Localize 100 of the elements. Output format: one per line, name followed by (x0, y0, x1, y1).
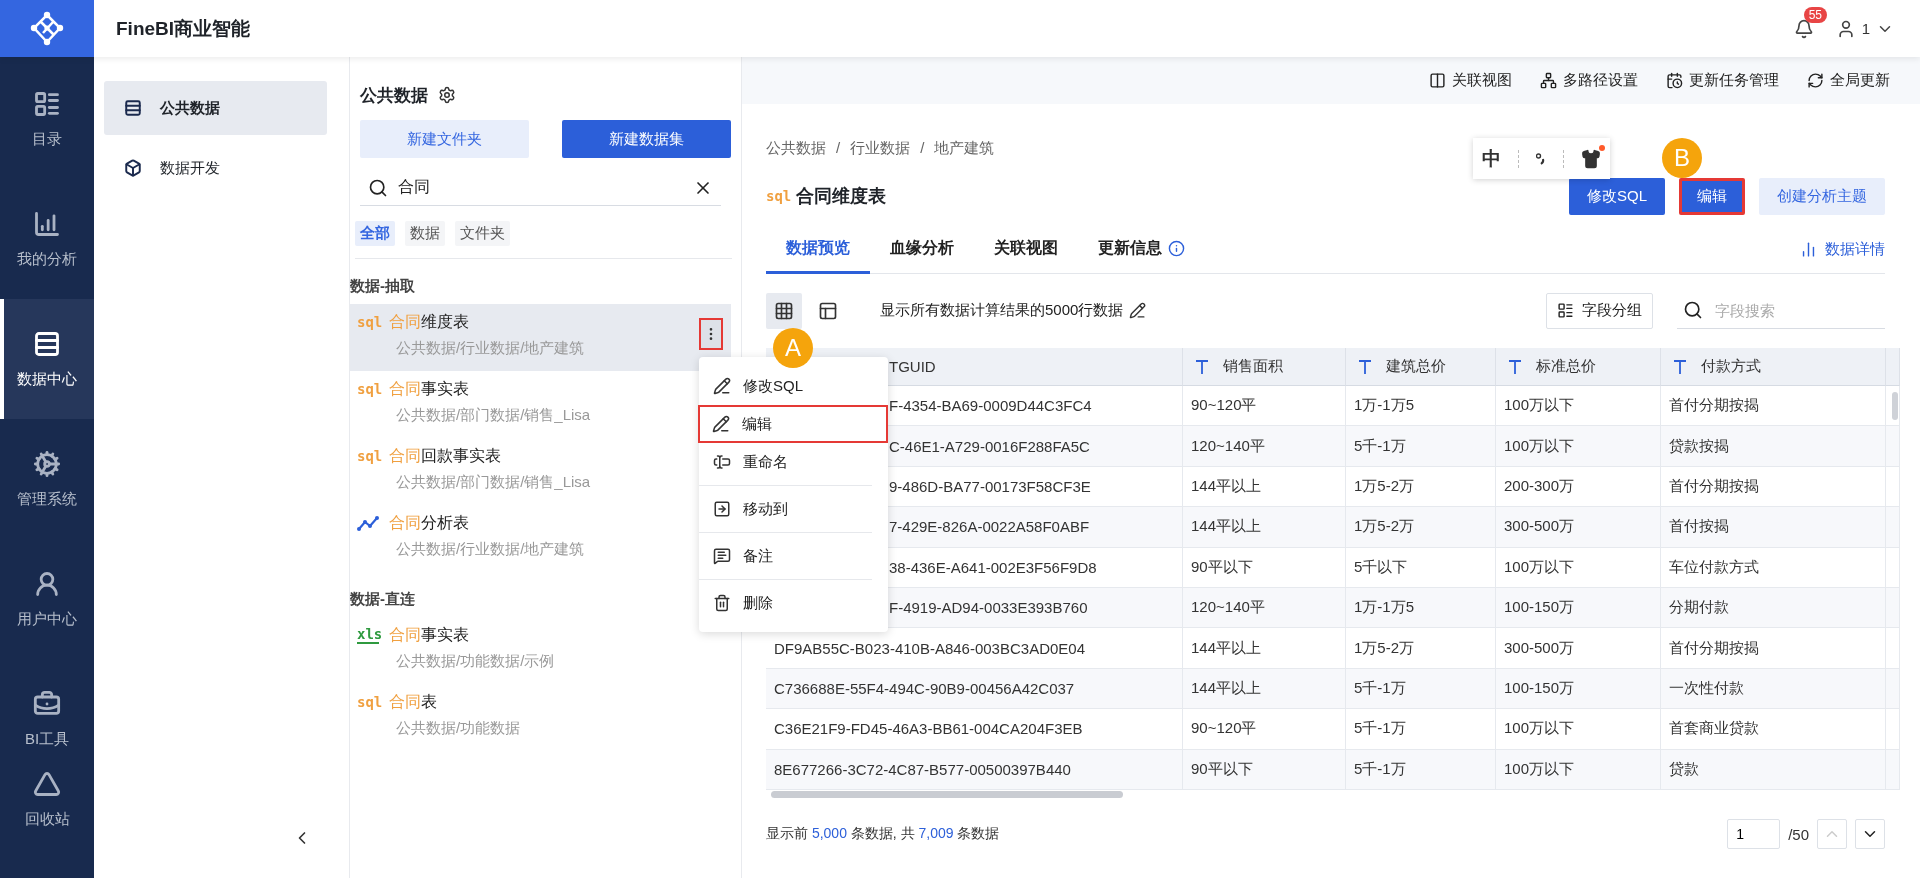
dataset-path: 公共数据/部门数据/销售_Lisa (396, 473, 592, 492)
column-label: 付款方式 (1701, 357, 1761, 376)
table-cell: 首套商业贷款 (1661, 709, 1886, 750)
toolbar-button[interactable]: 多路径设置 (1540, 71, 1638, 90)
table-cell: 首付分期按揭 (1661, 386, 1886, 427)
dataset-item[interactable]: sql 合同表 公共数据/功能数据 (350, 684, 731, 751)
toolbar-button[interactable]: 关联视图 (1429, 71, 1512, 90)
nav-item[interactable]: 数据中心 (0, 299, 94, 419)
pencil-icon (713, 377, 731, 395)
dataset-item[interactable]: sql 合同维度表 公共数据/行业数据/地产建筑 (350, 304, 731, 371)
breadcrumb-separator: / (836, 139, 841, 158)
row-count-summary: 显示前 5,000 条数据, 共 7,009 条数据 (766, 825, 1000, 843)
bar-chart-icon (1800, 240, 1817, 258)
user-name[interactable]: 1 (1861, 20, 1870, 37)
table-cell: 120~140平 (1183, 426, 1346, 467)
filter-tab[interactable]: 全部 (355, 221, 395, 246)
table-cell: 车位付款方式 (1661, 547, 1886, 588)
table-cell (1886, 547, 1900, 588)
preview-caption: 显示所有数据计算结果的5000行数据 (880, 301, 1124, 320)
nav-icon (33, 329, 61, 358)
nav-label: 管理系统 (17, 489, 77, 509)
table-cell: 300-500万 (1496, 628, 1661, 669)
filter-tab[interactable]: 文件夹 (455, 221, 510, 246)
table-cell: 100-150万 (1496, 587, 1661, 629)
table-cell: DF9AB55C-B023-410B-A846-003BC3AD0E04 (766, 628, 1183, 669)
arrow-box-icon (713, 500, 731, 518)
nav-item[interactable]: 目录 (0, 59, 94, 179)
nav-icon (33, 89, 61, 118)
table-cell: 100万以下 (1496, 386, 1661, 427)
nav-item[interactable]: 用户中心 (0, 539, 94, 659)
dataset-path: 公共数据/行业数据/地产建筑 (396, 540, 586, 559)
tab[interactable]: 血缘分析 (870, 225, 974, 274)
group-title: 数据-抽取 (350, 277, 415, 296)
columns-icon (1429, 72, 1446, 89)
page-total: /50 (1788, 825, 1809, 843)
table-cell: 1万-1万5 (1346, 386, 1496, 427)
panel-button[interactable]: 新建数据集 (562, 120, 731, 158)
table-cell: 分期付款 (1661, 587, 1886, 629)
layout-icon (818, 300, 838, 321)
info-icon[interactable] (1168, 239, 1185, 257)
edit-icon[interactable] (1129, 302, 1147, 319)
column-label: TGUID (889, 358, 936, 375)
panel-button[interactable]: 新建文件夹 (360, 120, 529, 158)
breadcrumb-link[interactable]: 公共数据 (766, 139, 826, 158)
tab[interactable]: 关联视图 (974, 225, 1078, 274)
page-input[interactable]: 1 (1727, 819, 1781, 849)
breadcrumb-link[interactable]: 地产建筑 (934, 139, 995, 158)
nav-item[interactable]: 管理系统 (0, 419, 94, 539)
table-cell: 300-500万 (1496, 507, 1661, 548)
text-type-icon (1358, 358, 1372, 375)
details-link[interactable]: 数据详情 (1800, 225, 1885, 273)
dataset-item[interactable]: xls 合同事实表 公共数据/功能数据/示例 (350, 617, 731, 684)
tab[interactable]: 数据预览 (766, 225, 870, 274)
calendar-icon (1666, 72, 1683, 89)
settings-icon[interactable] (438, 86, 456, 104)
notification-dot (1599, 144, 1606, 151)
menu-item[interactable]: 编辑 (698, 405, 888, 443)
action-button[interactable]: 修改SQL (1569, 177, 1665, 215)
action-button[interactable]: 创建分析主题 (1759, 177, 1885, 215)
nav-item[interactable]: 我的分析 (0, 179, 94, 299)
table-cell: 1万5-2万 (1346, 628, 1496, 669)
punctuation-icon[interactable] (1535, 152, 1546, 165)
filter-tab[interactable]: 数据 (405, 221, 445, 246)
search-field[interactable]: 合同 (396, 177, 685, 198)
dataset-path: 公共数据/部门数据/销售_Lisa (396, 406, 592, 425)
field-group-button[interactable]: 字段分组 (1546, 292, 1653, 329)
nav-label: 回收站 (24, 809, 70, 829)
callout-badge: A (773, 328, 813, 368)
search-icon (368, 177, 388, 198)
dataset-name: 合同维度表 (389, 312, 469, 332)
dataset-path: 公共数据/功能数据 (396, 719, 522, 738)
callout-badge: B (1662, 138, 1702, 178)
scrollbar-thumb[interactable] (1892, 392, 1898, 420)
field-search[interactable]: 字段搜索 (1713, 300, 1873, 320)
shirt-icon[interactable] (1581, 148, 1602, 169)
table-cell: C36E21F9-FD45-46A3-BB61-004CA204F3EB (766, 709, 1183, 750)
table-cell: 首付分期按揭 (1661, 628, 1886, 669)
nav-icon (33, 569, 61, 598)
grid-view-button[interactable] (766, 292, 802, 329)
next-page-button[interactable] (1855, 819, 1885, 849)
logo-tile[interactable] (0, 0, 94, 57)
scrollbar-thumb[interactable] (771, 791, 1123, 798)
subnav-label: 数据开发 (160, 158, 220, 178)
subnav-item[interactable]: 公共数据 (104, 81, 327, 135)
toolbar-button[interactable]: 更新任务管理 (1666, 71, 1779, 90)
bell-icon[interactable] (1793, 18, 1814, 39)
subnav-item[interactable]: 数据开发 (104, 141, 327, 195)
column-label: 标准总价 (1536, 357, 1596, 376)
table-cell: 144平以上 (1183, 466, 1346, 508)
toolbar-button[interactable]: 全局更新 (1807, 71, 1890, 90)
input-mode-label[interactable]: 中 (1481, 145, 1501, 172)
action-button[interactable]: 编辑 (1679, 177, 1745, 215)
nav-icon (33, 689, 61, 718)
table-cell (1886, 507, 1900, 548)
more-button[interactable] (699, 318, 723, 350)
file-type-label: xls (357, 627, 379, 644)
tab[interactable]: 更新信息 (1078, 225, 1205, 274)
breadcrumb-link[interactable]: 行业数据 (850, 139, 911, 158)
network-icon (1540, 72, 1557, 89)
table-cell: 1万5-2万 (1346, 507, 1496, 548)
